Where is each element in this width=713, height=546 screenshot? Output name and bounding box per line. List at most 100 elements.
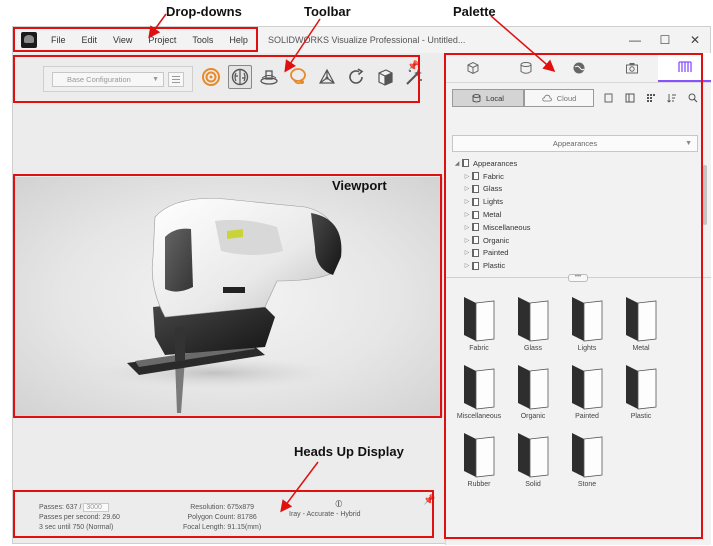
turntable-icon[interactable] (257, 65, 281, 89)
tile-metal[interactable]: Metal (614, 293, 668, 357)
folder-icon (472, 248, 479, 257)
menu-file[interactable]: File (51, 35, 66, 45)
target-icon[interactable] (199, 65, 223, 89)
refresh-icon[interactable] (344, 65, 368, 89)
tile-rubber[interactable]: Rubber (452, 429, 506, 493)
local-button[interactable]: Local (452, 89, 524, 107)
menu-edit[interactable]: Edit (82, 35, 98, 45)
collapse-icon[interactable]: ◢ (452, 160, 462, 167)
appearance-tree: ◢ Appearances ▷ Fabric ▷ Glass ▷ Lights ▷ Met… (452, 157, 698, 275)
expand-icon[interactable]: ▷ (462, 262, 472, 269)
tile-label: Lights (577, 345, 597, 352)
tile-solid[interactable]: Solid (506, 429, 560, 493)
configuration-list-button[interactable] (168, 72, 184, 87)
viewport[interactable] (15, 177, 443, 417)
chevron-down-icon: ▼ (685, 140, 692, 147)
title-bar: File Edit View Project Tools Help SOLIDW… (13, 27, 710, 53)
tree-item-plastic[interactable]: ▷ Plastic (452, 259, 698, 272)
pin-icon[interactable]: 📌 (407, 61, 419, 72)
folder-icon (472, 197, 479, 206)
folder-icon (472, 172, 479, 181)
tree-item-label: Metal (483, 210, 502, 220)
close-button[interactable]: ✕ (680, 33, 710, 47)
tile-label: Fabric (469, 345, 489, 352)
cube-icon[interactable] (373, 65, 397, 89)
folder-icon (472, 223, 479, 232)
palette-splitter[interactable]: ••• (446, 274, 711, 283)
scenes-tab[interactable] (552, 53, 605, 82)
grid-view-icon[interactable] (640, 91, 661, 105)
database-icon (472, 93, 481, 102)
tile-label: Organic (520, 413, 546, 420)
camera-tab[interactable] (605, 53, 658, 82)
folder-icon (464, 297, 495, 342)
tree-item-lights[interactable]: ▷ Lights (452, 195, 698, 208)
folder-icon (572, 297, 603, 342)
menu-tools[interactable]: Tools (192, 35, 213, 45)
axes-icon[interactable] (315, 65, 339, 89)
menu-view[interactable]: View (113, 35, 132, 45)
expand-icon[interactable]: ▷ (462, 198, 472, 205)
lightbulb-icon[interactable] (286, 65, 310, 89)
brain-icon[interactable] (228, 65, 252, 89)
splitter-handle[interactable]: ••• (568, 274, 588, 282)
scrollbar-thumb[interactable] (703, 165, 707, 225)
tree-item-label: Fabric (483, 171, 504, 181)
folder-icon (472, 184, 479, 193)
hud-resolution: Resolution: 675x879 (190, 504, 255, 511)
expand-icon[interactable]: ▷ (462, 211, 472, 218)
models-tab[interactable] (446, 53, 499, 82)
tile-lights[interactable]: Lights (560, 293, 614, 357)
split-view-icon[interactable] (619, 91, 640, 105)
folder-icon (472, 261, 479, 270)
menu-project[interactable]: Project (148, 35, 176, 45)
minimize-button[interactable]: — (620, 33, 650, 47)
tile-miscellaneous[interactable]: Miscellaneous (452, 361, 506, 425)
tree-item-metal[interactable]: ▷ Metal (452, 208, 698, 221)
maximize-button[interactable]: ☐ (650, 33, 680, 47)
tile-glass[interactable]: Glass (506, 293, 560, 357)
expand-icon[interactable]: ▷ (462, 173, 472, 180)
folder-icon (472, 236, 479, 245)
appearances-dropdown[interactable]: Appearances ▼ (452, 135, 698, 152)
tile-painted[interactable]: Painted (560, 361, 614, 425)
tree-item-label: Lights (483, 197, 504, 207)
appearances-dropdown-value: Appearances (552, 139, 598, 148)
tree-item-label: Painted (483, 248, 509, 258)
folder-icon (626, 365, 657, 410)
menu-help[interactable]: Help (229, 35, 248, 45)
new-folder-icon[interactable] (598, 91, 619, 105)
expand-icon[interactable]: ▷ (462, 237, 472, 244)
cloud-icon (542, 94, 552, 102)
configuration-select[interactable]: Base Configuration ▼ (52, 72, 164, 87)
cameras-tab[interactable] (499, 53, 552, 82)
search-icon[interactable] (682, 91, 703, 105)
toolbar: Base Configuration ▼ 📌 (13, 57, 443, 103)
tree-item-miscellaneous[interactable]: ▷ Miscellaneous (452, 221, 698, 234)
expand-icon[interactable]: ▷ (462, 249, 472, 256)
palette-view-icons (598, 91, 703, 105)
sort-icon[interactable] (661, 91, 682, 105)
tree-root-label: Appearances (473, 158, 518, 168)
folder-icon (464, 433, 495, 478)
library-tab[interactable] (658, 53, 711, 82)
configuration-group: Base Configuration ▼ (43, 66, 193, 92)
tree-item-fabric[interactable]: ▷ Fabric (452, 170, 698, 183)
tree-root[interactable]: ◢ Appearances (452, 157, 698, 170)
tree-scrollbar[interactable] (702, 157, 708, 267)
tree-item-organic[interactable]: ▷ Organic (452, 234, 698, 247)
tile-organic[interactable]: Organic (506, 361, 560, 425)
tile-fabric[interactable]: Fabric (452, 293, 506, 357)
cloud-button[interactable]: Cloud (524, 89, 594, 107)
tile-label: Metal (632, 345, 650, 352)
hud-pin-icon[interactable]: 📌 (423, 495, 435, 506)
render-mode-icon[interactable]: ⦶ (317, 500, 361, 510)
hud-passes-target[interactable]: 3000 (83, 503, 109, 512)
tile-stone[interactable]: Stone (560, 429, 614, 493)
expand-icon[interactable]: ▷ (462, 185, 472, 192)
hud-passes-per-second: Passes per second: 29.60 (39, 514, 120, 521)
tree-item-glass[interactable]: ▷ Glass (452, 183, 698, 196)
tree-item-painted[interactable]: ▷ Painted (452, 247, 698, 260)
tile-plastic[interactable]: Plastic (614, 361, 668, 425)
expand-icon[interactable]: ▷ (462, 224, 472, 231)
